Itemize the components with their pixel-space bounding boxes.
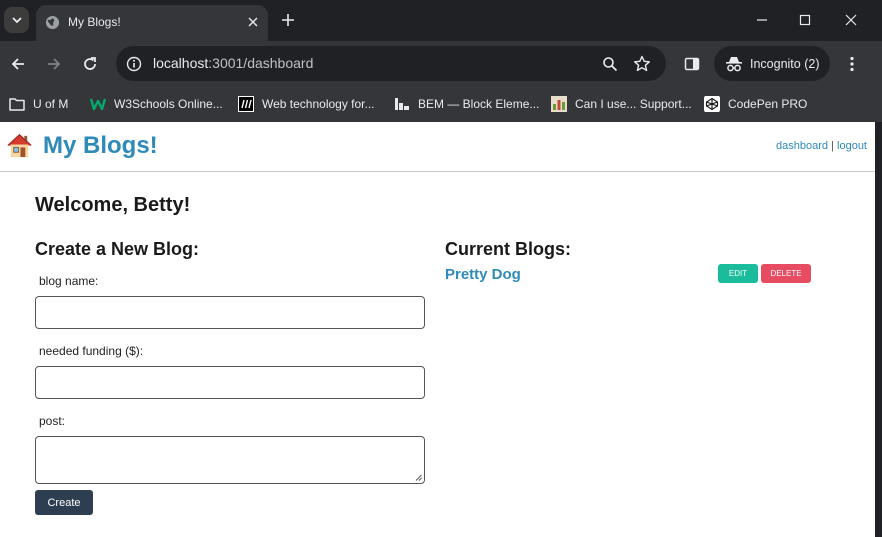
header-nav: dashboard | logout xyxy=(776,139,867,153)
bookmark-folder-u-of-m[interactable]: U of M xyxy=(9,93,68,115)
globe-icon xyxy=(45,15,60,30)
current-blogs-heading: Current Blogs: xyxy=(445,239,571,259)
window-edge xyxy=(875,122,882,537)
blog-title-link[interactable]: Pretty Dog xyxy=(445,266,521,284)
bookmark-caniuse[interactable]: Can I use... Support... xyxy=(551,93,692,115)
zoom-icon[interactable] xyxy=(600,54,620,74)
tab-search-button[interactable] xyxy=(4,7,29,33)
browser-toolbar: localhost:3001/dashboard Incognito (2) xyxy=(0,41,882,87)
minimize-icon[interactable] xyxy=(752,10,772,30)
create-blog-form: Create a New Blog: blog name: needed fun… xyxy=(35,238,425,515)
incognito-label: Incognito (2) xyxy=(750,57,820,71)
url-text: localhost:3001/dashboard xyxy=(153,55,314,71)
bookmark-w3schools[interactable]: W3Schools Online... xyxy=(90,93,223,115)
forward-arrow-icon[interactable] xyxy=(44,54,64,74)
tab-title: My Blogs! xyxy=(68,15,121,29)
bookmark-label: Web technology for... xyxy=(262,97,375,111)
current-blogs: Current Blogs: Pretty Dog EDIT DELETE xyxy=(445,238,815,283)
close-window-icon[interactable] xyxy=(841,10,861,30)
browser-tab[interactable]: My Blogs! xyxy=(36,5,268,41)
bookmark-star-icon[interactable] xyxy=(632,54,652,74)
bookmarks-bar: U of M W3Schools Online... Web technolog… xyxy=(0,87,882,122)
blog-name-label: blog name: xyxy=(39,274,99,288)
dashboard-link[interactable]: dashboard xyxy=(776,140,828,152)
welcome-heading: Welcome, Betty! xyxy=(35,194,191,216)
create-button[interactable]: Create xyxy=(35,490,93,515)
resize-grip-icon[interactable] xyxy=(415,474,422,481)
folder-icon xyxy=(9,96,25,112)
post-label: post: xyxy=(39,414,66,428)
bookmark-label: Can I use... Support... xyxy=(575,97,692,111)
mdn-icon xyxy=(238,96,254,112)
nav-separator: | xyxy=(831,140,834,152)
blog-name-input[interactable] xyxy=(35,296,425,329)
site-header: My Blogs! dashboard | logout xyxy=(0,122,875,172)
w3schools-icon xyxy=(90,96,106,112)
codepen-icon xyxy=(704,96,720,112)
bookmark-codepen[interactable]: CodePen PRO xyxy=(704,93,807,115)
delete-button[interactable]: DELETE xyxy=(761,264,811,283)
new-tab-icon[interactable] xyxy=(279,11,297,29)
bem-icon xyxy=(394,96,410,112)
site-title-link[interactable]: My Blogs! xyxy=(43,132,158,160)
funding-label: needed funding ($): xyxy=(39,344,144,358)
close-tab-icon[interactable] xyxy=(245,14,261,30)
back-arrow-icon[interactable] xyxy=(8,54,28,74)
house-icon xyxy=(7,133,32,158)
chevron-down-icon xyxy=(11,17,22,24)
site-info-icon[interactable] xyxy=(123,53,145,75)
funding-input[interactable] xyxy=(35,366,425,399)
edit-button[interactable]: EDIT xyxy=(718,264,758,283)
incognito-profile-button[interactable]: Incognito (2) xyxy=(714,46,830,81)
logout-link[interactable]: logout xyxy=(837,140,867,152)
bookmark-label: CodePen PRO xyxy=(728,97,808,111)
caniuse-icon xyxy=(551,96,567,112)
bookmark-label: W3Schools Online... xyxy=(114,97,223,111)
bookmark-bem[interactable]: BEM — Block Eleme... xyxy=(394,93,539,115)
bookmark-label: U of M xyxy=(33,97,69,111)
tab-strip: My Blogs! xyxy=(0,0,882,41)
reload-icon[interactable] xyxy=(80,54,100,74)
address-bar[interactable]: localhost:3001/dashboard xyxy=(116,46,666,81)
web-page: My Blogs! dashboard | logout Welcome, Be… xyxy=(0,122,875,537)
create-blog-heading: Create a New Blog: xyxy=(35,239,200,259)
post-textarea[interactable] xyxy=(35,436,425,484)
bookmark-label: BEM — Block Eleme... xyxy=(418,97,540,111)
incognito-icon xyxy=(726,57,742,72)
side-panel-icon[interactable] xyxy=(682,54,702,74)
more-menu-icon[interactable] xyxy=(842,54,862,74)
bookmark-mdn[interactable]: Web technology for... xyxy=(238,93,375,115)
maximize-icon[interactable] xyxy=(795,10,815,30)
